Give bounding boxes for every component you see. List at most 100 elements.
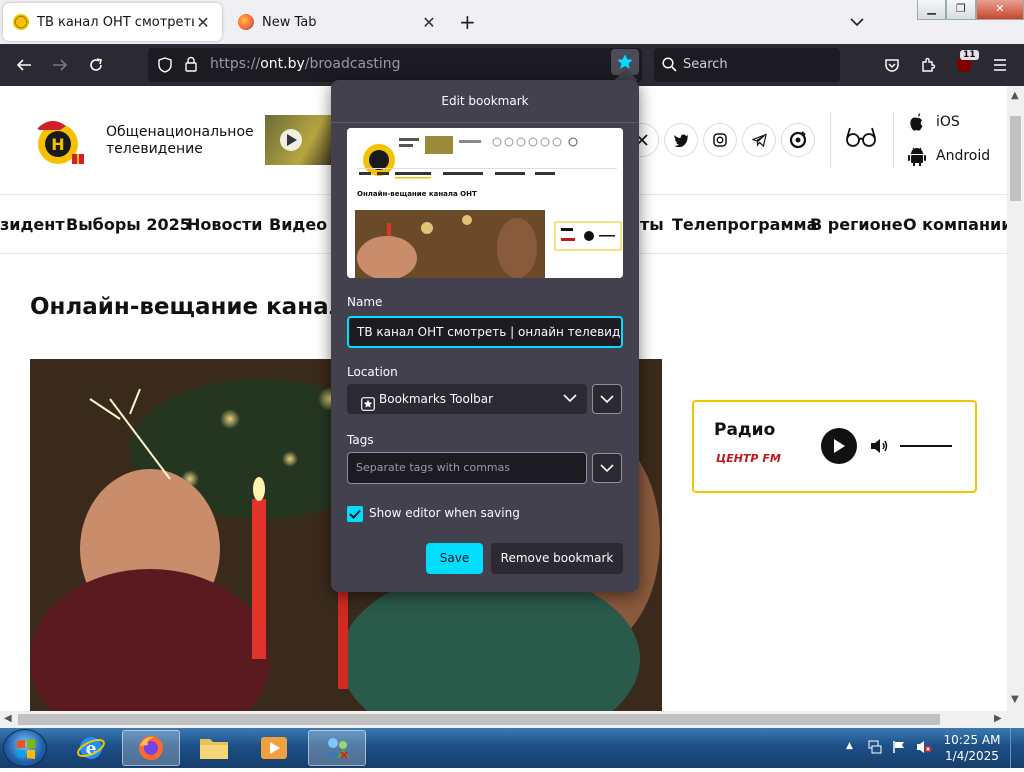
- taskbar-firefox[interactable]: [122, 730, 180, 766]
- page-title: Онлайн-вещание канала: [30, 294, 361, 320]
- action-center-icon[interactable]: [868, 740, 882, 757]
- bookmark-name-input[interactable]: ТВ канал ОНТ смотреть | онлайн телевиден…: [347, 316, 623, 348]
- menu-item-news[interactable]: Новости: [187, 215, 262, 234]
- location-select[interactable]: Bookmarks Toolbar: [347, 384, 587, 414]
- menu-item-video[interactable]: Видео: [269, 215, 327, 234]
- promo-banner[interactable]: [265, 115, 337, 165]
- window-controls: ▁ ❐ ✕: [917, 0, 1024, 20]
- android-label: Android: [936, 148, 991, 164]
- tab-close-icon[interactable]: ✕: [420, 13, 438, 32]
- menu-item-president[interactable]: зидент: [0, 215, 65, 234]
- menu-item-elections[interactable]: Выборы 2025: [66, 215, 191, 234]
- search-icon: [662, 57, 677, 76]
- show-hidden-icons-button[interactable]: ▲: [846, 741, 853, 751]
- header-divider: [830, 112, 831, 168]
- volume-slider[interactable]: [900, 445, 952, 447]
- extensions-button[interactable]: [912, 44, 944, 86]
- taskbar-file-explorer[interactable]: [185, 730, 243, 766]
- tags-expand-button[interactable]: [592, 453, 622, 483]
- close-window-button[interactable]: ✕: [975, 0, 1024, 20]
- pocket-icon: [885, 59, 899, 72]
- radio-title: Радио: [714, 420, 776, 440]
- volume-muted-icon[interactable]: [916, 740, 932, 757]
- horizontal-scrollbar[interactable]: ◀ ▶: [0, 711, 1024, 728]
- header-divider: [893, 112, 894, 168]
- hamburger-menu-icon: [994, 59, 1006, 71]
- new-tab-button[interactable]: +: [459, 10, 476, 34]
- taskbar-network-app[interactable]: [308, 730, 366, 766]
- accessibility-glasses-icon[interactable]: [845, 126, 877, 152]
- restore-button[interactable]: ❐: [946, 0, 976, 20]
- horizontal-scroll-thumb[interactable]: [18, 714, 940, 725]
- apple-icon: [910, 113, 923, 131]
- internet-explorer-icon: e: [77, 737, 105, 759]
- minimize-button[interactable]: ▁: [917, 0, 947, 20]
- tab-title: ТВ канал ОНТ смотреть | онлайн: [37, 14, 194, 30]
- name-label: Name: [347, 295, 383, 309]
- tab-new-tab[interactable]: New Tab ✕: [228, 3, 448, 41]
- windows-taskbar: e ▲ 10:25 AM 1/4/2025: [0, 728, 1024, 768]
- play-icon: [834, 439, 845, 453]
- tags-input[interactable]: Separate tags with commas: [347, 452, 587, 484]
- volume-icon[interactable]: [870, 438, 888, 458]
- location-label: Location: [347, 365, 398, 379]
- clock-time: 10:25 AM: [943, 733, 1001, 747]
- panel-header: Edit bookmark: [441, 94, 529, 108]
- tab-ont[interactable]: ТВ канал ОНТ смотреть | онлайн ✕: [3, 3, 222, 41]
- scroll-up-arrow-icon[interactable]: ▲: [1011, 90, 1019, 101]
- search-placeholder: Search: [683, 57, 728, 72]
- vertical-scroll-thumb[interactable]: [1010, 116, 1021, 201]
- radio-play-button[interactable]: [821, 428, 857, 464]
- flag-icon[interactable]: [892, 740, 906, 757]
- show-editor-checkbox[interactable]: [347, 506, 363, 522]
- list-all-tabs-chevron-icon[interactable]: [850, 12, 864, 31]
- lock-icon[interactable]: [184, 56, 198, 77]
- search-bar[interactable]: Search: [654, 48, 840, 82]
- app-menu-button[interactable]: [984, 44, 1016, 86]
- panel-separator: [331, 122, 639, 123]
- scroll-right-arrow-icon[interactable]: ▶: [994, 713, 1002, 724]
- android-app-link[interactable]: Android: [908, 146, 990, 166]
- scroll-down-arrow-icon[interactable]: ▼: [1011, 694, 1019, 705]
- system-clock[interactable]: 10:25 AM 1/4/2025: [940, 732, 1004, 764]
- reload-button[interactable]: [80, 44, 112, 86]
- clock-date: 1/4/2025: [945, 749, 999, 763]
- forward-button[interactable]: [44, 44, 76, 86]
- instagram-icon[interactable]: [703, 123, 737, 157]
- location-tree-expand-button[interactable]: [592, 384, 622, 414]
- twitter-icon[interactable]: [664, 123, 698, 157]
- save-button[interactable]: Save: [426, 543, 483, 574]
- remove-bookmark-button[interactable]: Remove bookmark: [491, 543, 623, 574]
- pocket-button[interactable]: [876, 44, 908, 86]
- telegram-icon[interactable]: [742, 123, 776, 157]
- ios-label: iOS: [936, 114, 960, 130]
- preview-image: [347, 128, 623, 278]
- radio-player-widget: Радио ЦЕНТР FM: [692, 400, 977, 493]
- tracking-protection-shield-icon[interactable]: [158, 57, 172, 77]
- show-editor-label[interactable]: Show editor when saving: [369, 506, 520, 520]
- android-icon: [908, 147, 926, 166]
- forward-arrow-icon: [53, 59, 68, 71]
- ios-app-link[interactable]: iOS: [908, 112, 960, 132]
- back-button[interactable]: [8, 44, 40, 86]
- taskbar-media-player[interactable]: [245, 730, 303, 766]
- start-button[interactable]: [3, 729, 47, 767]
- chevron-down-icon: [563, 384, 577, 414]
- menu-item-projects[interactable]: ты: [640, 215, 664, 234]
- show-desktop-button[interactable]: [1010, 728, 1024, 768]
- reload-icon: [90, 58, 102, 71]
- tab-close-icon[interactable]: ✕: [194, 13, 212, 32]
- taskbar-internet-explorer[interactable]: e: [62, 730, 120, 766]
- menu-item-about[interactable]: О компании: [903, 215, 1007, 234]
- ont-logo-icon[interactable]: Н: [30, 116, 88, 166]
- url-bar[interactable]: https://ont.by/broadcasting: [148, 48, 642, 82]
- vertical-scrollbar[interactable]: ▲ ▼: [1007, 86, 1024, 711]
- scroll-left-arrow-icon[interactable]: ◀: [4, 713, 12, 724]
- chevron-down-icon: [600, 395, 614, 404]
- ont-favicon-icon: [13, 14, 29, 30]
- tiktok-radio-icon[interactable]: [781, 123, 815, 157]
- menu-item-regions[interactable]: В регионе: [810, 215, 903, 234]
- chevron-down-icon: [600, 464, 614, 473]
- menu-item-tv-schedule[interactable]: Телепрограмма: [672, 215, 817, 234]
- tab-title: New Tab: [262, 14, 317, 30]
